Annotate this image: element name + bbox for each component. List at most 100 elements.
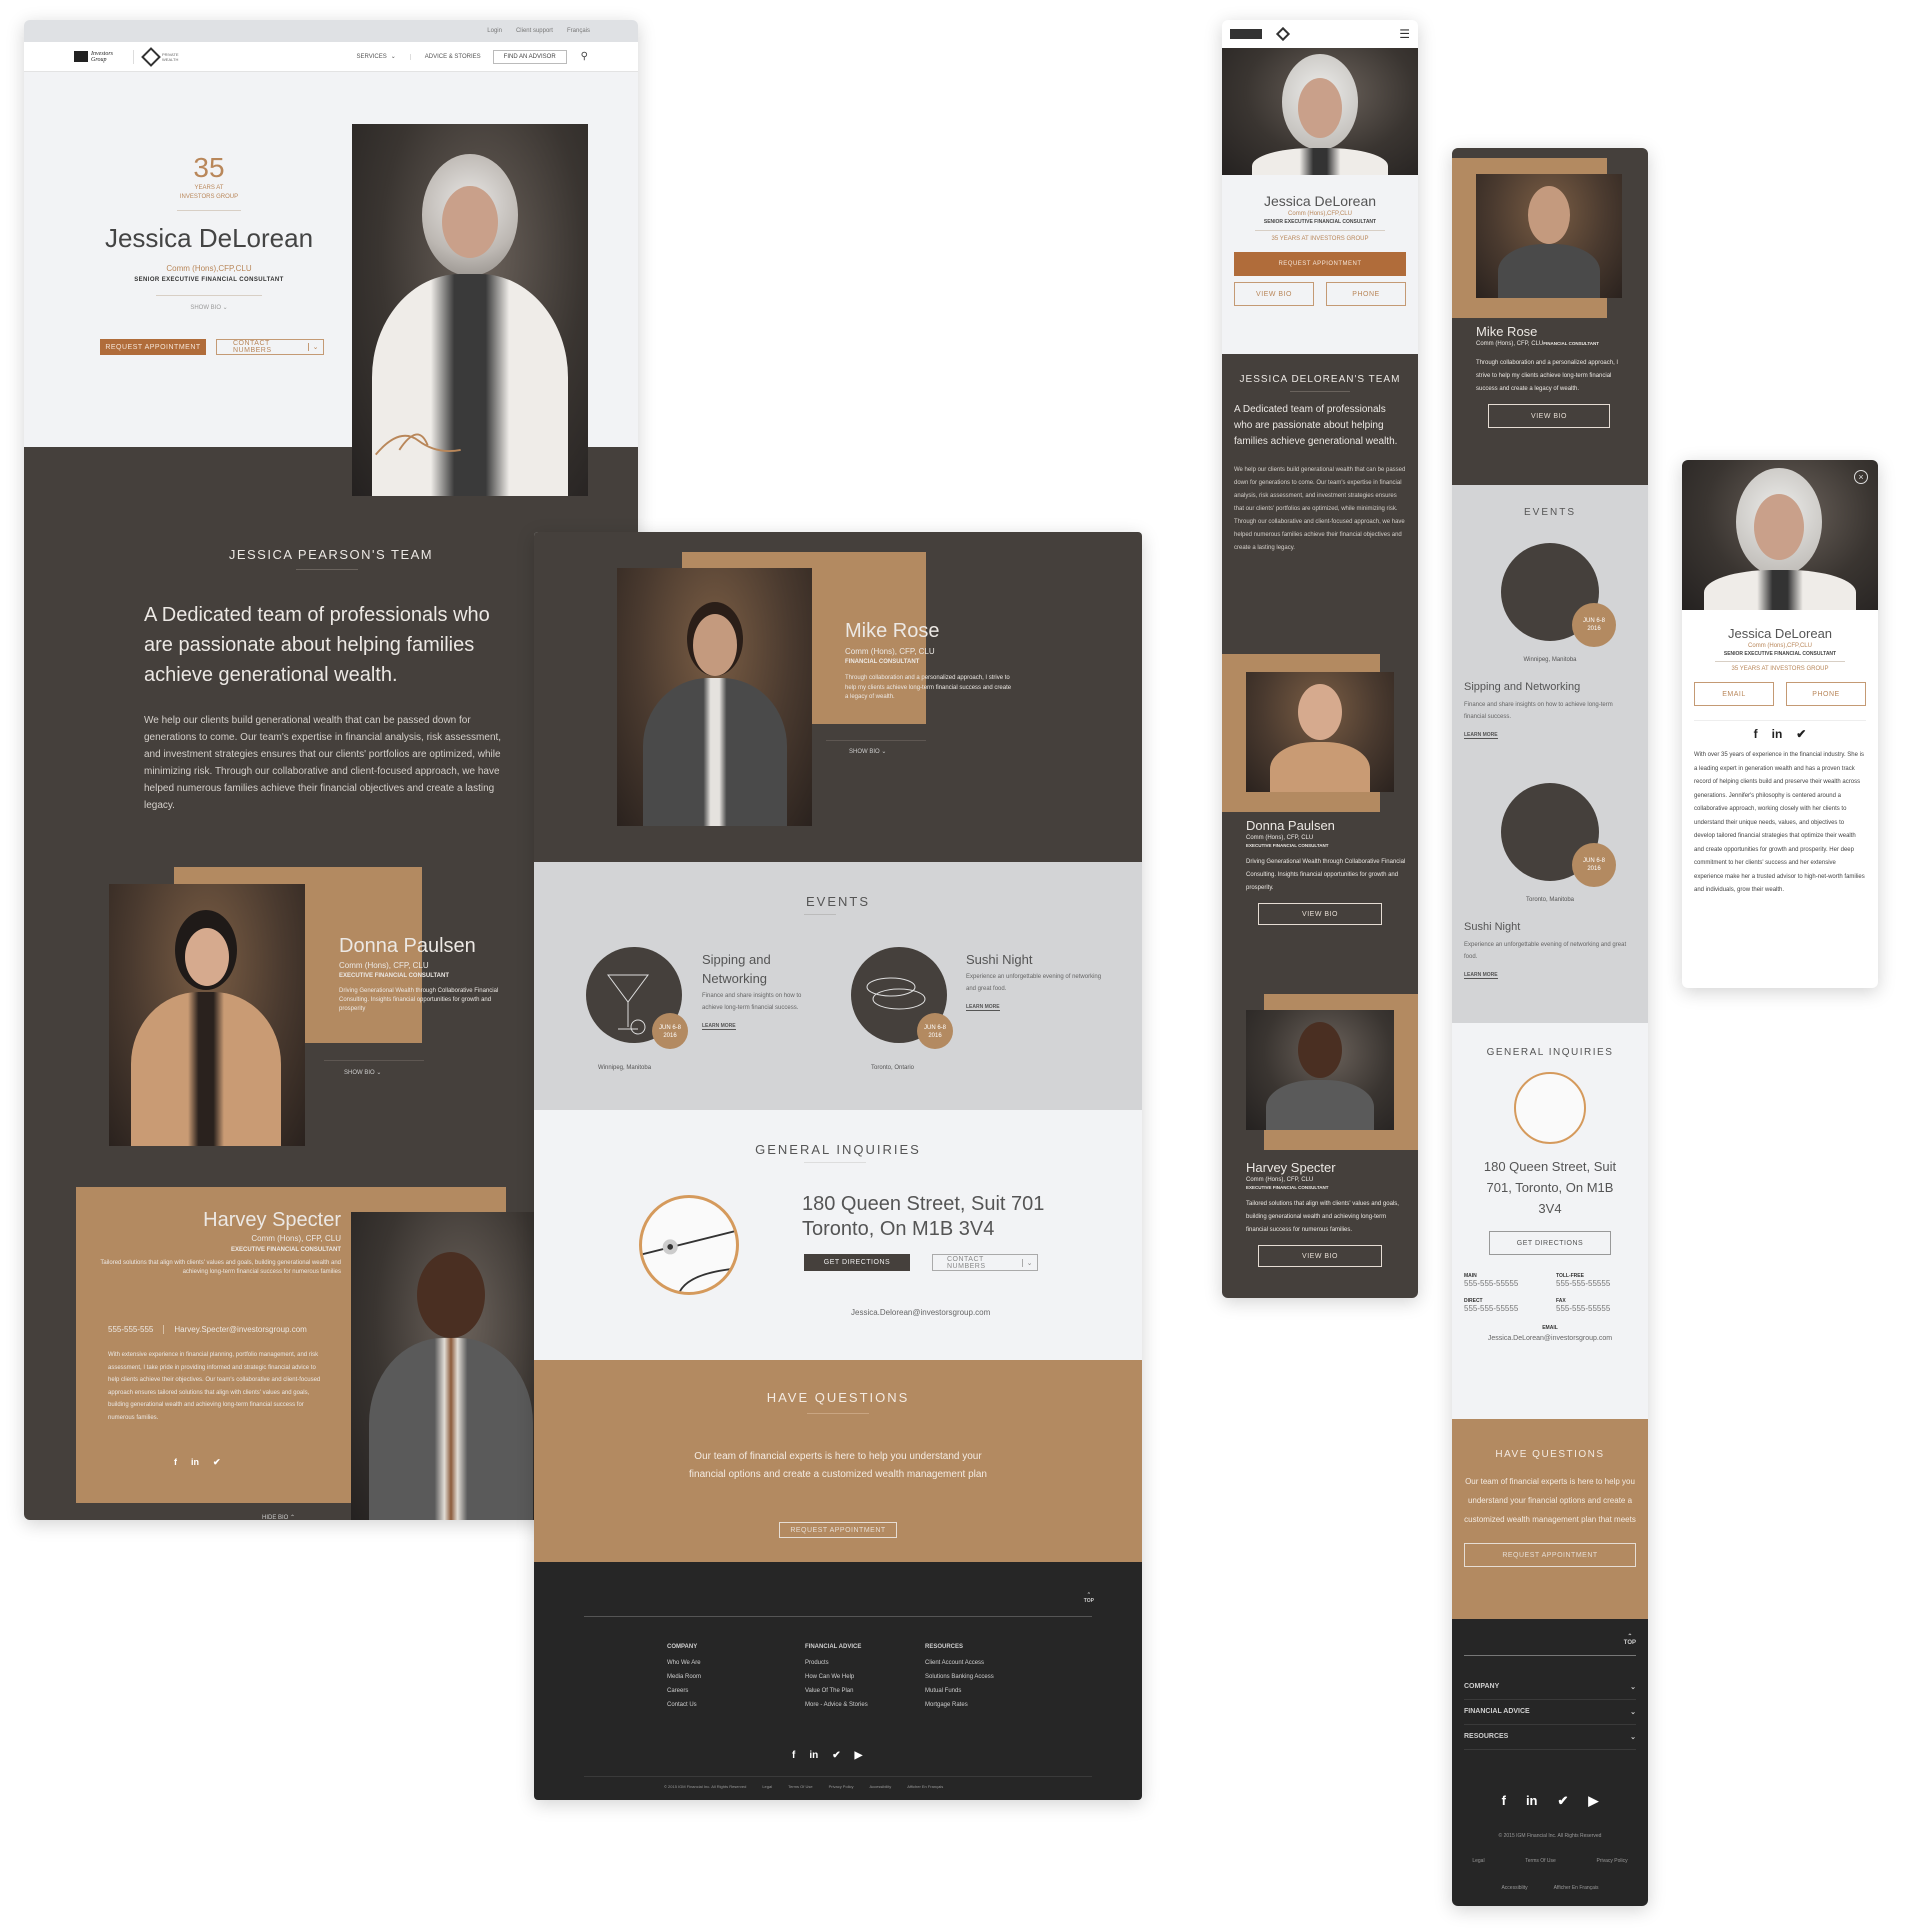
facebook-icon[interactable]: f [1754,727,1758,741]
phone-number[interactable]: 555-555-55555 [1556,1279,1636,1288]
accordion-resources[interactable]: RESOURCES ⌄ [1464,1725,1636,1750]
harvey-phone[interactable]: 555-555-555 [108,1325,153,1334]
legal-link[interactable]: Legal [762,1784,772,1789]
find-advisor-button[interactable]: FIND AN ADVISOR [492,49,567,64]
mike-name: Mike Rose [845,620,940,642]
request-appointment-button[interactable]: REQUEST APPOINTMENT [100,339,206,355]
accordion-company[interactable]: COMPANY ⌄ [1464,1675,1636,1700]
view-bio-button[interactable]: VIEW BIO [1258,903,1382,925]
harvey-email[interactable]: Harvey.Specter@investorsgroup.com [174,1325,306,1334]
linkedin-icon[interactable]: in [1772,727,1783,741]
language-link[interactable]: Français [567,28,590,34]
contact-numbers-dropdown[interactable]: CONTACT NUMBERS ⌄ [216,339,324,355]
back-to-top[interactable]: ⌃ TOP [1084,1592,1094,1604]
accessibility-link[interactable]: Accessiblity [1501,1885,1527,1891]
private-wealth-logo[interactable] [1275,26,1291,42]
view-bio-button[interactable]: VIEW BIO [1488,404,1610,428]
footer-link[interactable]: How Can We Help [805,1674,925,1680]
bio-text: With over 35 years of experience in the … [1694,752,1865,893]
event-date-badge: JUN 6-8 2016 [1572,843,1616,887]
advisor-portrait [352,124,588,496]
inquiries-email[interactable]: Jessica.Delorean@investorsgroup.com [851,1308,990,1317]
footer-link[interactable]: Mutual Funds [925,1688,1045,1694]
chevron-down-icon: ⌄ [376,1070,382,1076]
get-directions-button[interactable]: GET DIRECTIONS [804,1254,910,1271]
footer-link[interactable]: Who We Are [667,1660,805,1666]
facebook-icon[interactable]: f [1502,1793,1506,1809]
mike-show-bio[interactable]: SHOW BIO ⌄ [849,748,886,755]
phone-number[interactable]: 555-555-55555 [1556,1304,1636,1313]
hamburger-menu-icon[interactable]: ☰ [1399,27,1410,41]
terms-link[interactable]: Terms Of Use [1525,1858,1556,1864]
inquiries-email[interactable]: Jessica.DeLorean@investorsgroup.com [1452,1335,1648,1342]
twitter-icon[interactable]: ✔ [1796,727,1806,741]
twitter-icon[interactable]: ✔ [1558,1793,1569,1809]
services-menu[interactable]: SERVICES [356,54,386,60]
privacy-link[interactable]: Privacy Policy [1597,1858,1628,1864]
legal-link[interactable]: Legal [1472,1858,1484,1864]
linkedin-icon[interactable]: in [809,1750,818,1761]
footer-link[interactable]: Mortgage Rates [925,1702,1045,1708]
facebook-icon[interactable]: f [174,1457,177,1468]
phone-button[interactable]: PHONE [1786,682,1866,706]
donna-show-bio[interactable]: SHOW BIO ⌄ [344,1069,381,1076]
advice-stories-link[interactable]: ADVICE & STORIES [409,53,481,60]
investors-group-logo[interactable] [1230,29,1262,39]
phone-number[interactable]: 555-555-55555 [1464,1304,1550,1313]
footer-link[interactable]: Value Of The Plan [805,1688,925,1694]
request-appointment-button[interactable]: REQUEST APPOINTMENT [1464,1543,1636,1567]
show-bio-toggle[interactable]: SHOW BIO ⌄ [84,304,334,311]
footer-link[interactable]: Contact Us [667,1702,805,1708]
terms-link[interactable]: Terms Of Use [788,1784,812,1789]
accordion-financial-advice[interactable]: FINANCIAL ADVICE ⌄ [1464,1700,1636,1725]
mobile-questions: HAVE QUESTIONS Our team of financial exp… [1452,1419,1648,1619]
chevron-down-icon: ⌄ [1630,1684,1636,1691]
request-appointment-button[interactable]: REQUEST APPOINTMENT [779,1522,897,1538]
french-link[interactable]: Afficher En Français [1554,1885,1599,1891]
learn-more-link[interactable]: LEARN MORE [1464,732,1498,739]
sushi-icon: JUN 6-8 2016 [851,947,953,1049]
login-link[interactable]: Login [487,28,502,34]
accessibility-link[interactable]: Accessibility [869,1784,891,1789]
private-wealth-logo[interactable]: PRIVATE WEALTH [133,46,179,67]
footer-link[interactable]: More - Advice & Stories [805,1702,925,1708]
investors-group-logo[interactable]: Investors Group [74,51,121,63]
youtube-icon[interactable]: ▶ [1588,1793,1598,1809]
linkedin-icon[interactable]: in [1526,1793,1538,1809]
twitter-icon[interactable]: ✔ [832,1750,840,1761]
email-button[interactable]: EMAIL [1694,682,1774,706]
linkedin-icon[interactable]: in [191,1457,199,1468]
hide-bio-toggle[interactable]: HIDE BIO ⌃ [262,1514,295,1520]
youtube-icon[interactable]: ▶ [855,1750,863,1761]
view-bio-button[interactable]: VIEW BIO [1234,282,1314,306]
map-icon [639,1195,739,1295]
request-appointment-button[interactable]: REQUEST APPIONTMENT [1234,252,1406,276]
footer-link[interactable]: Careers [667,1688,805,1694]
phone-number[interactable]: 555-555-55555 [1464,1279,1550,1288]
chevron-up-icon: ⌃ [1627,1634,1633,1640]
questions-section: HAVE QUESTIONS Our team of financial exp… [534,1360,1142,1562]
footer-link[interactable]: Solutions Banking Access [925,1674,1045,1680]
twitter-icon[interactable]: ✔ [213,1457,221,1468]
client-support-link[interactable]: Client support [516,28,553,34]
facebook-icon[interactable]: f [792,1750,795,1761]
get-directions-button[interactable]: GET DIRECTIONS [1489,1231,1611,1255]
search-icon[interactable]: ⚲ [581,51,588,62]
view-bio-button[interactable]: VIEW BIO [1258,1245,1382,1267]
mobile-events: EVENTS JUN 6-8 2016 Winnipeg, Manitoba Si… [1464,507,1627,979]
learn-more-link[interactable]: LEARN MORE [966,1004,1000,1011]
years-count: 35 [193,152,225,183]
footer-link[interactable]: Client Account Access [925,1660,1045,1666]
french-link[interactable]: Afficher En Français [907,1784,943,1789]
contact-numbers-dropdown[interactable]: CONTACT NUMBERS ⌄ [932,1254,1038,1271]
job-title: SENIOR EXECUTIVE FINANCIAL CONSULTANT [134,277,284,283]
privacy-link[interactable]: Privacy Policy [829,1784,854,1789]
learn-more-link[interactable]: LEARN MORE [702,1023,736,1030]
close-icon[interactable]: × [1854,470,1868,484]
phone-button[interactable]: PHONE [1326,282,1406,306]
footer-link[interactable]: Media Room [667,1674,805,1680]
back-to-top[interactable]: ⌃ TOP [1624,1633,1636,1646]
footer-link[interactable]: Products [805,1660,925,1666]
learn-more-link[interactable]: LEARN MORE [1464,972,1498,979]
chevron-down-icon: ⌄ [1630,1709,1636,1716]
